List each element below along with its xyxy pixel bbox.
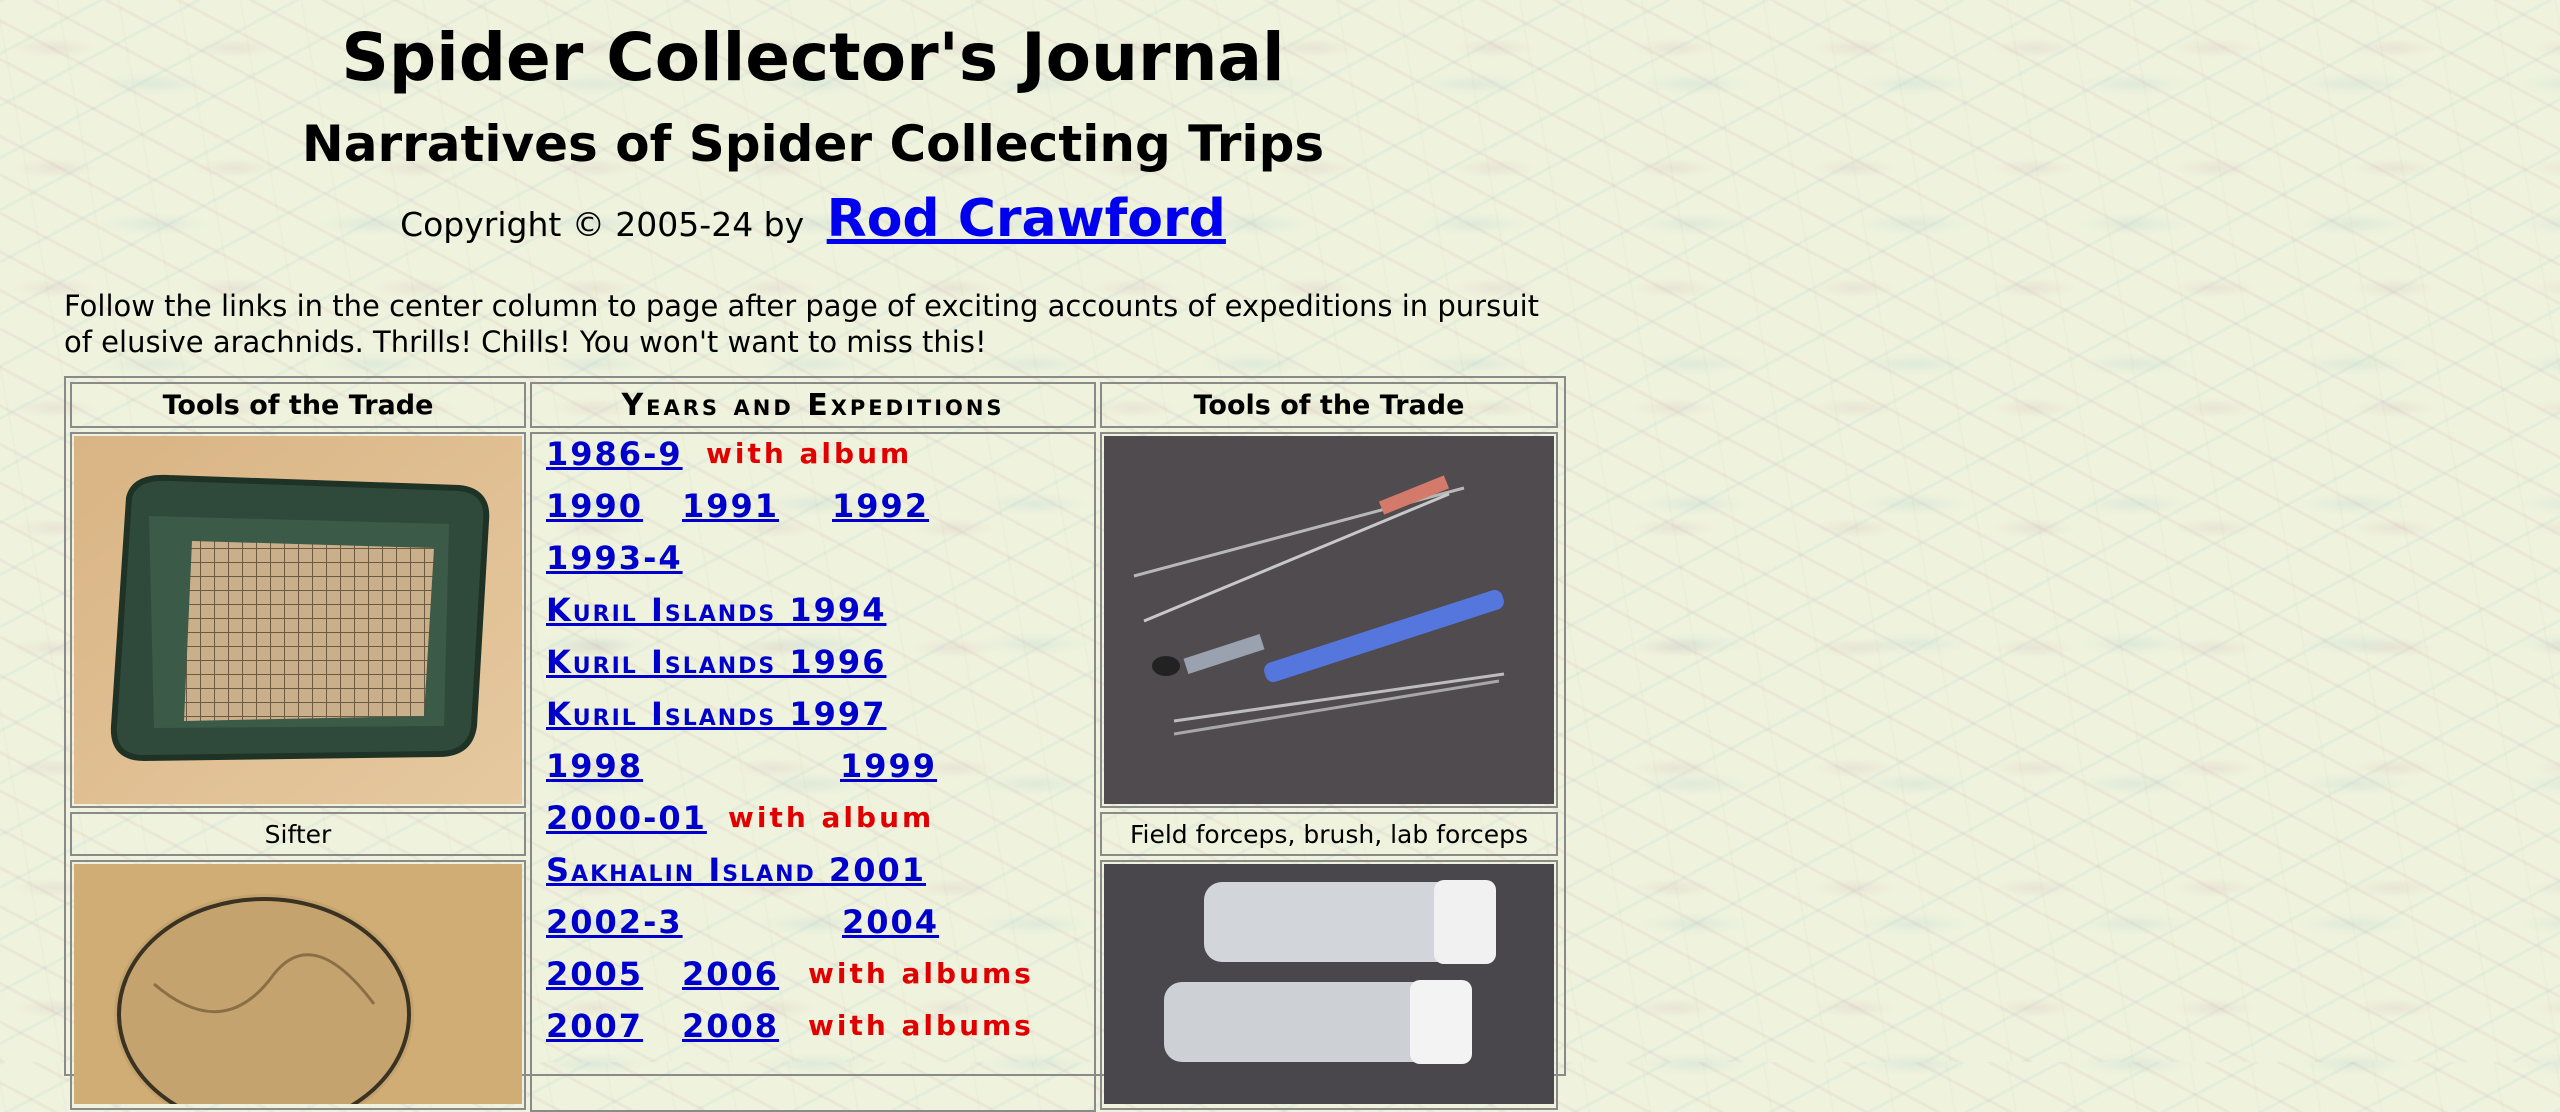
link-2005[interactable]: 2005 (546, 954, 643, 994)
link-sakhalin-2001[interactable]: Sakhalin Island 2001 (546, 850, 926, 890)
content-table: Tools of the Trade Sifter Years and Expe… (64, 376, 1566, 1112)
link-kuril-1997[interactable]: Kuril Islands 1997 (546, 694, 886, 734)
forceps-caption: Field forceps, brush, lab forceps (1100, 812, 1558, 856)
center-column-header: Years and Expeditions (530, 382, 1096, 428)
album-note: with album (706, 437, 913, 470)
link-1999[interactable]: 1999 (840, 746, 937, 786)
album-note: with album (728, 801, 935, 834)
sifter-caption: Sifter (70, 812, 526, 856)
page-title: Spider Collector's Journal (341, 19, 1285, 96)
intro-text: Follow the links in the center column to… (64, 289, 1540, 359)
album-note: with albums (808, 957, 1034, 990)
link-1990[interactable]: 1990 (546, 486, 643, 526)
sifter-photo-cell (70, 432, 526, 808)
vials-photo-cell (1100, 860, 1558, 1110)
link-1992[interactable]: 1992 (832, 486, 929, 526)
forceps-photo-cell (1100, 432, 1558, 808)
link-1998[interactable]: 1998 (546, 746, 643, 786)
vials-photo (1104, 864, 1554, 1104)
net-photo (74, 864, 522, 1104)
link-2002-3[interactable]: 2002-3 (546, 902, 683, 942)
copyright-line: Copyright © 2005-24 by Rod Crawford (0, 184, 1626, 260)
author-link[interactable]: Rod Crawford (827, 189, 1226, 249)
forceps-photo (1104, 436, 1554, 804)
link-2007[interactable]: 2007 (546, 1006, 643, 1046)
link-1993-4[interactable]: 1993-4 (546, 538, 683, 578)
link-2004[interactable]: 2004 (842, 902, 939, 942)
link-2000-01[interactable]: 2000-01 (546, 798, 707, 838)
left-column-header: Tools of the Trade (70, 382, 526, 428)
right-column-header: Tools of the Trade (1100, 382, 1558, 428)
copyright-text: Copyright © 2005-24 by (400, 205, 805, 244)
link-1991[interactable]: 1991 (682, 486, 779, 526)
expeditions-list-cell: 1986-9 with album 1990 1991 1992 1993-4 … (530, 432, 1096, 1112)
link-kuril-1994[interactable]: Kuril Islands 1994 (546, 590, 886, 630)
sifter-photo (74, 436, 522, 804)
link-1986-9[interactable]: 1986-9 (546, 434, 683, 474)
link-kuril-1996[interactable]: Kuril Islands 1996 (546, 642, 886, 682)
link-2008[interactable]: 2008 (682, 1006, 779, 1046)
link-2006[interactable]: 2006 (682, 954, 779, 994)
page-subtitle: Narratives of Spider Collecting Trips (301, 115, 1325, 173)
net-photo-cell (70, 860, 526, 1110)
album-note: with albums (808, 1009, 1034, 1042)
